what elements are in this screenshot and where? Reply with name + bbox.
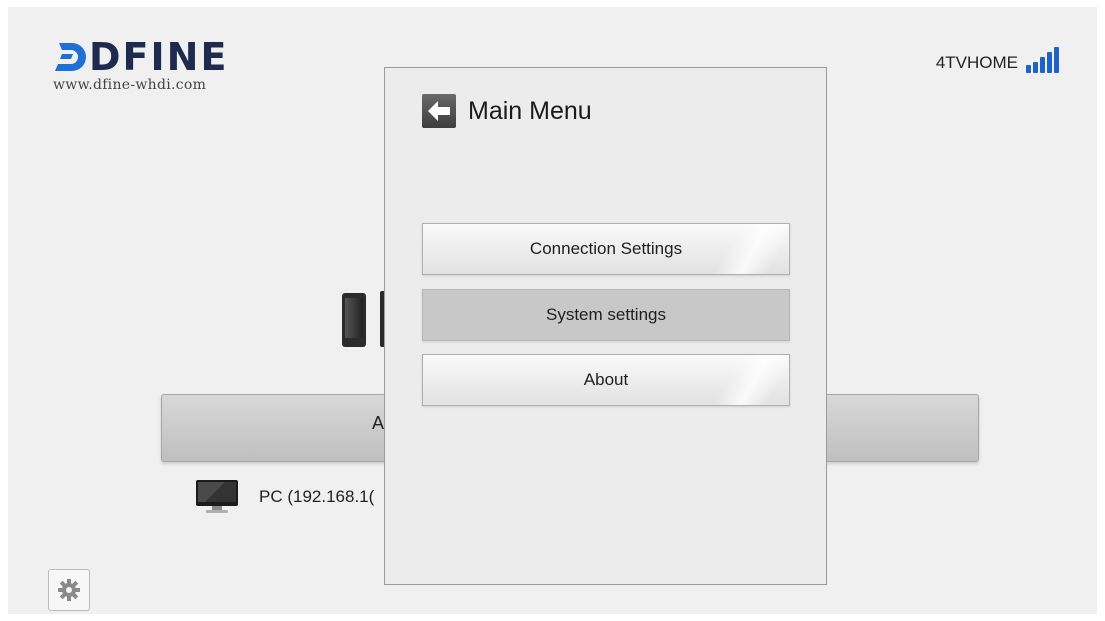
- arrow-left-icon: [428, 101, 450, 121]
- main-menu-dialog: Main Menu Connection Settings System set…: [384, 67, 827, 585]
- system-settings-button[interactable]: System settings: [422, 289, 790, 341]
- menu-item-label: System settings: [546, 305, 666, 324]
- network-indicator: 4TVHOME: [936, 47, 1059, 73]
- signal-strength-icon: [1026, 47, 1059, 73]
- dfine-logo-icon: [55, 43, 86, 71]
- brand-url: www.dfine-whdi.com: [53, 77, 207, 93]
- app-screen: DFINE www.dfine-whdi.com 4TVHOME A PC (1…: [8, 7, 1097, 614]
- device-list-item-pc[interactable]: PC (192.168.1(: [195, 479, 374, 515]
- device-bar-label: A: [372, 413, 385, 433]
- phone-icon: [342, 293, 366, 347]
- menu-item-label: About: [583, 370, 629, 389]
- device-label: PC (192.168.1(: [259, 487, 375, 506]
- network-name: 4TVHOME: [935, 53, 1018, 72]
- connection-settings-button[interactable]: Connection Settings: [422, 223, 790, 275]
- gear-icon: [58, 579, 80, 601]
- settings-button[interactable]: [48, 569, 90, 611]
- dialog-title: Main Menu: [468, 96, 592, 125]
- menu-item-label: Connection Settings: [529, 239, 683, 258]
- monitor-icon: [196, 480, 238, 513]
- dialog-header: Main Menu: [422, 94, 592, 128]
- about-button[interactable]: About: [422, 354, 790, 406]
- brand-name: DFINE: [89, 35, 229, 79]
- brand-logo: DFINE www.dfine-whdi.com: [53, 37, 228, 93]
- back-button[interactable]: [422, 94, 456, 128]
- logo-mark: DFINE: [53, 37, 228, 77]
